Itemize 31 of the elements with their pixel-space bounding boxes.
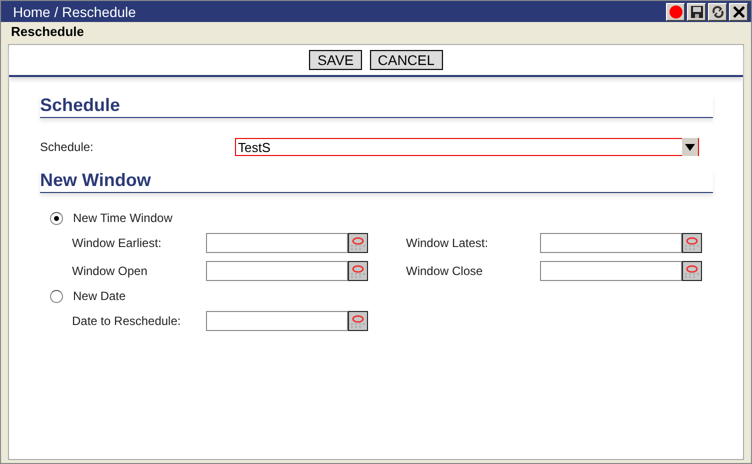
- radio-label: New Time Window: [73, 211, 172, 225]
- field-label: Window Earliest:: [72, 236, 162, 250]
- field-label: Window Open: [72, 264, 148, 278]
- save-button[interactable]: [687, 2, 706, 20]
- date-field[interactable]: [540, 233, 682, 253]
- field-label: Window Close: [406, 264, 484, 278]
- cancel-button[interactable]: CANCEL: [370, 50, 443, 70]
- field-label: Date to Reschedule:: [72, 314, 182, 328]
- date-field[interactable]: [206, 261, 348, 281]
- calendar-icon[interactable]: [348, 261, 368, 281]
- date-field[interactable]: [206, 311, 348, 331]
- schedule-dropdown[interactable]: TestS: [235, 138, 699, 156]
- record-button[interactable]: [666, 2, 685, 20]
- field-label: Window Latest:: [406, 236, 490, 250]
- date-field[interactable]: [540, 261, 682, 281]
- date-field[interactable]: [206, 233, 348, 253]
- calendar-icon[interactable]: [682, 261, 702, 281]
- radio-label: New Date: [73, 289, 126, 303]
- window-title: Home / Reschedule: [13, 4, 136, 20]
- section-title: Schedule: [40, 95, 120, 115]
- refresh-button[interactable]: [708, 2, 727, 20]
- close-button[interactable]: [729, 2, 748, 20]
- page-title: Reschedule: [11, 24, 84, 39]
- calendar-icon[interactable]: [348, 233, 368, 253]
- calendar-icon[interactable]: [348, 311, 368, 331]
- section-title: New Window: [40, 170, 151, 190]
- radio-button[interactable]: [50, 212, 63, 224]
- radio-button[interactable]: [50, 290, 63, 302]
- field-label: Schedule:: [40, 140, 94, 154]
- save-button[interactable]: SAVE: [309, 50, 362, 70]
- calendar-icon[interactable]: [682, 233, 702, 253]
